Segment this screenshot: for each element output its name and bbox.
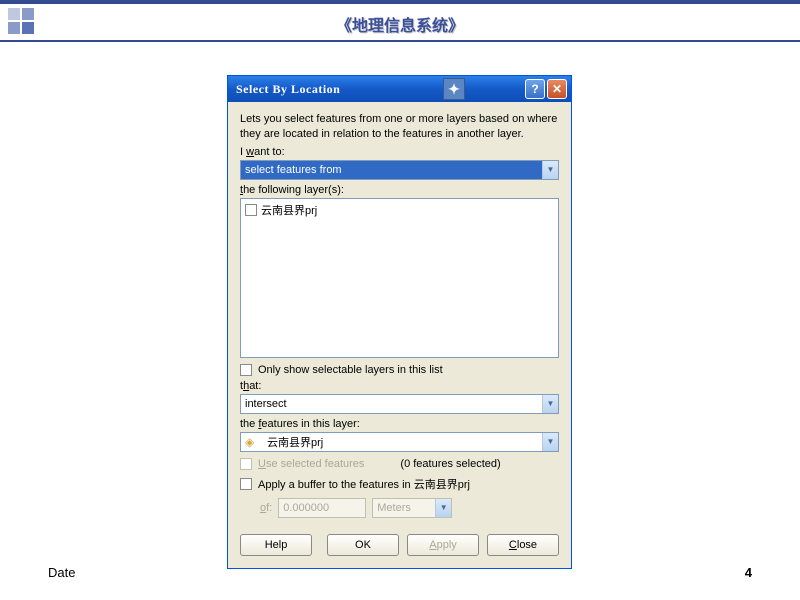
selected-count: (0 features selected) (400, 458, 500, 470)
header-underline (0, 40, 800, 42)
help-icon[interactable]: ? (525, 79, 545, 99)
select-by-location-dialog: Select By Location ✦ ? ✕ Lets you select… (227, 75, 572, 569)
dialog-body: Lets you select features from one or mor… (228, 102, 571, 568)
apply-buffer-checkbox[interactable] (240, 478, 252, 490)
footer-page-number: 4 (745, 565, 752, 580)
polygon-layer-icon (245, 435, 259, 449)
apply-buffer-row[interactable]: Apply a buffer to the features in 云南县界pr… (240, 476, 559, 492)
that-value: intersect (241, 398, 542, 410)
close-button[interactable]: Close (487, 534, 559, 556)
want-value: select features from (241, 164, 542, 176)
use-selected-checkbox (240, 458, 252, 470)
that-label: that: (240, 380, 559, 392)
chevron-down-icon[interactable]: ▼ (542, 433, 558, 451)
chevron-down-icon[interactable]: ▼ (542, 395, 558, 413)
dialog-description: Lets you select features from one or mor… (240, 112, 559, 142)
buffer-unit: Meters (373, 502, 435, 514)
close-icon[interactable]: ✕ (547, 79, 567, 99)
only-selectable-row[interactable]: Only show selectable layers in this list (240, 364, 559, 376)
buffer-unit-dropdown: Meters ▼ (372, 498, 452, 518)
top-border (0, 0, 800, 4)
following-layers-label: the following layer(s): (240, 184, 559, 196)
only-selectable-label: Only show selectable layers in this list (258, 364, 443, 376)
layer-name: 云南县界prj (261, 202, 317, 218)
target-layer-dropdown[interactable]: 云南县界prj ▼ (240, 432, 559, 452)
buffer-distance-row: of: Meters ▼ (260, 498, 559, 518)
chevron-down-icon: ▼ (435, 499, 451, 517)
list-item[interactable]: 云南县界prj (243, 201, 556, 219)
apply-button: Apply (407, 534, 479, 556)
want-label: I want to: (240, 146, 559, 158)
features-value: 云南县界prj (263, 434, 542, 450)
use-selected-row: Use selected features (0 features select… (240, 458, 559, 470)
of-label: of: (260, 502, 272, 514)
want-dropdown[interactable]: select features from ▼ (240, 160, 559, 180)
dialog-titlebar[interactable]: Select By Location ✦ ? ✕ (228, 76, 571, 102)
use-selected-label: Use selected features (258, 458, 364, 470)
only-selectable-checkbox[interactable] (240, 364, 252, 376)
help-button[interactable]: Help (240, 534, 312, 556)
layers-listbox[interactable]: 云南县界prj (240, 198, 559, 358)
features-in-layer-label: the features in this layer: (240, 418, 559, 430)
footer-date: Date (48, 565, 75, 580)
layer-checkbox[interactable] (245, 204, 257, 216)
ok-button[interactable]: OK (327, 534, 399, 556)
page-title: 《地理信息系统》 (0, 12, 800, 36)
apply-buffer-label: Apply a buffer to the features in 云南县界pr… (258, 476, 470, 492)
buffer-distance-input (278, 498, 366, 518)
chevron-down-icon[interactable]: ▼ (542, 161, 558, 179)
spatial-method-dropdown[interactable]: intersect ▼ (240, 394, 559, 414)
app-icon: ✦ (443, 78, 465, 100)
button-row: Help OK Apply Close (240, 534, 559, 556)
dialog-title: Select By Location (232, 82, 443, 97)
